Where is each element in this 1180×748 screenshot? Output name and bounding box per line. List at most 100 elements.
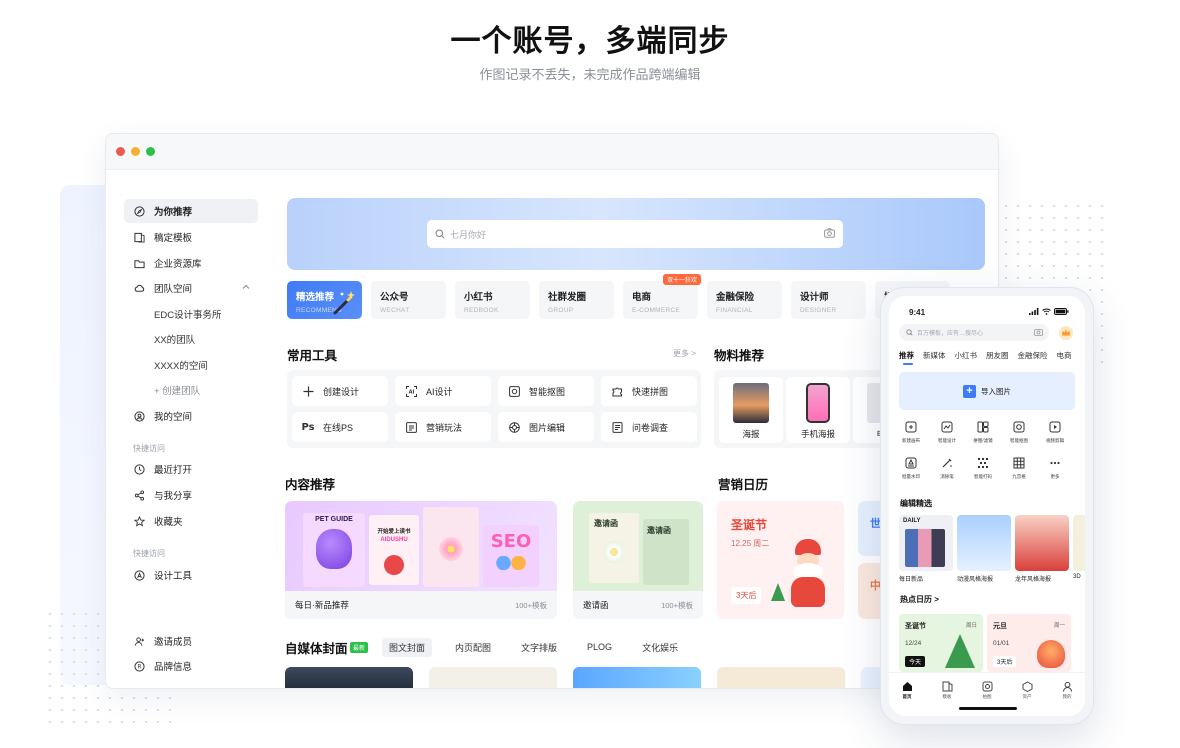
cover-thumb-3[interactable] [573,667,701,688]
phone-tab-moments[interactable]: 朋友圈 [986,350,1009,361]
search-icon [906,329,913,336]
phone-tool-nine-grid[interactable]: 九宫格 [1003,456,1035,480]
sidebar-item-shared-with-me[interactable]: 与我分享 [124,483,258,507]
minimize-window-dot[interactable] [131,147,140,156]
phone-calendar-card-christmas[interactable]: 圣诞节 周日 12/24 今天 [899,614,983,672]
sidebar-item-my-space[interactable]: 我的空间 [124,404,258,428]
category-ecommerce[interactable]: 电商 E-COMMERCE 双十一狂欢 [623,274,701,319]
sidebar-item-team-space[interactable]: 团队空间 [124,276,258,300]
category-financial[interactable]: 金融保险 FINANCIAL [707,281,782,319]
phone-tab-new-media[interactable]: 新媒体 [923,350,946,361]
phone-tool-label: 智能抠图 [1009,438,1028,444]
phone-nav-assets[interactable]: 资产 [1014,679,1040,700]
dragon-illustration [1037,640,1065,668]
sidebar-item-design-tools[interactable]: 设计工具 [124,563,258,587]
sidebar-item-xx-team[interactable]: XX的团队 [124,327,258,351]
phone-nav-capture[interactable]: 拍图 [974,679,1000,700]
clock-icon [133,463,145,475]
sidebar-item-invite-members[interactable]: 邀请成员 [124,629,258,653]
sidebar-item-label: 收藏夹 [154,517,183,528]
content-card-invitation[interactable]: 邀请函 邀请函 邀请函 100+模板 [573,501,703,619]
phone-tool-watermark[interactable]: 批量水印 [895,456,927,480]
phone-tool-video[interactable]: 视频剪辑 [1039,420,1071,444]
phone-edit-card-daily[interactable]: DAILY [899,515,953,571]
tools-section-title: 常用工具 [287,349,338,363]
sidebar-item-recommend[interactable]: 为你推荐 [124,199,258,223]
sidebar-item-favorites[interactable]: 收藏夹 [124,509,258,533]
signal-icon [1029,308,1039,317]
marketing-play-button[interactable]: 营销玩法 [395,412,491,442]
vip-crown-icon[interactable] [1059,326,1073,340]
sidebar-item-enterprise-library[interactable]: 企业资源库 [124,251,258,275]
phone-nav-home[interactable]: 首页 [894,679,920,700]
phone-tool-more[interactable]: 更多 [1039,456,1071,480]
sidebar-item-brand-info[interactable]: R 品牌信息 [124,654,258,678]
category-recommend[interactable]: 精选推荐 RECOMMEND [287,281,362,319]
camera-icon[interactable] [824,228,835,240]
phone-tool-cutout[interactable]: 智能抠图 [1003,420,1035,444]
phone-edit-card-anime[interactable] [957,515,1011,571]
phone-edit-card-3d[interactable] [1073,515,1085,571]
create-team-button[interactable]: + 创建团队 [124,378,258,402]
category-group[interactable]: 社群发圈 GROUP [539,281,614,319]
phone-tab-ecommerce[interactable]: 电商 [1057,350,1072,361]
poster-heading: 开始爱上读书 [377,529,411,535]
category-designer[interactable]: 设计师 DESIGNER [791,281,866,319]
online-ps-button[interactable]: Ps 在线PS [292,412,388,442]
phone-nav-templates[interactable]: 模板 [934,679,960,700]
search-input[interactable]: 七月你好 [427,220,843,248]
phone-nav-mine[interactable]: 我的 [1054,679,1080,700]
quick-collage-button[interactable]: 快速拼图 [601,376,697,406]
tool-label: AI设计 [426,386,453,397]
cover-thumb-1[interactable] [285,667,413,688]
category-wechat[interactable]: 公众号 WECHAT [371,281,446,319]
chevron-up-icon[interactable] [242,283,250,294]
phone-tool-label: 更多 [1050,474,1060,480]
category-sublabel: E-COMMERCE [632,307,681,314]
tab-inner-image[interactable]: 内页配图 [448,638,498,657]
sidebar-item-label: 我的空间 [154,412,193,423]
phone-hot-calendar-title[interactable]: 热点日历 > [900,594,939,605]
maximize-window-dot[interactable] [146,147,155,156]
phone-edit-section-title: 编辑精选 [900,499,932,508]
card-footer: 邀请函 100+模板 [573,591,703,619]
phone-tool-mosaic[interactable]: 智能打码 [967,456,999,480]
phone-tab-recommend[interactable]: 推荐 [899,350,914,361]
sidebar-item-xxxx-space[interactable]: XXXX的空间 [124,353,258,377]
card-count: 100+模板 [661,600,693,610]
material-mobile-poster[interactable]: 手机海报 [786,377,850,443]
phone-tool-collage[interactable]: 拼图/滤镜 [967,420,999,444]
tools-more-link[interactable]: 更多 > [673,348,696,359]
calendar-card-christmas[interactable]: 圣诞节 12.25 周二 3天后 [717,501,844,619]
cover-thumb-2[interactable] [429,667,557,688]
cover-thumb-4[interactable] [717,667,845,688]
phone-tool-eraser[interactable]: 消除笔 [931,456,963,480]
tab-plog[interactable]: PLOG [580,639,619,655]
sidebar-item-recent[interactable]: 最近打开 [124,457,258,481]
category-redbook[interactable]: 小红书 REDBOOK [455,281,530,319]
phone-tool-new-canvas[interactable]: 新建画布 [895,420,927,444]
tab-typography[interactable]: 文字排版 [514,638,564,657]
phone-tool-smart-design[interactable]: 智能设计 [931,420,963,444]
create-design-button[interactable]: 创建设计 [292,376,388,406]
sidebar-item-edc-studio[interactable]: EDC设计事务所 [124,302,258,326]
tab-culture[interactable]: 文化娱乐 [635,638,685,657]
phone-calendar-card-new-year[interactable]: 元旦 周一 01/01 3天后 [987,614,1071,672]
tab-text-cover[interactable]: 图文封面 [382,637,433,657]
phone-tab-redbook[interactable]: 小红书 [955,350,978,361]
image-edit-button[interactable]: 图片编辑 [498,412,594,442]
material-poster[interactable]: 海报 [719,377,783,443]
camera-icon[interactable] [1034,328,1043,338]
phone-edit-card-dragon[interactable] [1015,515,1069,571]
smart-cutout-button[interactable]: 智能抠图 [498,376,594,406]
more-icon [1049,456,1061,468]
sidebar-item-templates[interactable]: 稿定模板 [124,225,258,249]
close-window-dot[interactable] [116,147,125,156]
sidebar-item-label: XXXX的空间 [154,361,208,372]
content-card-daily[interactable]: PET GUIDE 开始爱上读书 AIDUSHU SEO 每日·新品推荐 100… [285,501,557,619]
survey-button[interactable]: 问卷调查 [601,412,697,442]
phone-tab-finance[interactable]: 金融保险 [1018,350,1048,361]
phone-import-image-button[interactable]: + 导入图片 [899,372,1075,410]
phone-search-input[interactable]: 百万模板，应有…搜尽心 [899,324,1049,341]
ai-design-button[interactable]: AI AI设计 [395,376,491,406]
